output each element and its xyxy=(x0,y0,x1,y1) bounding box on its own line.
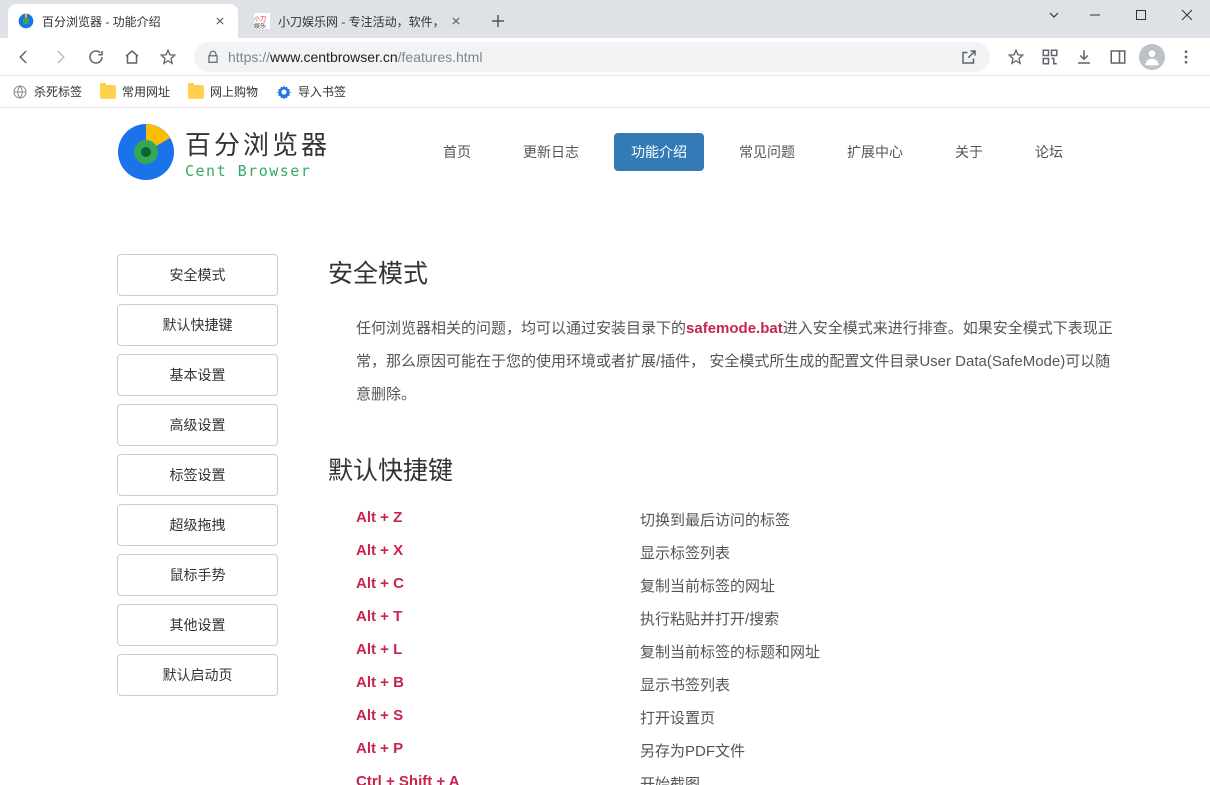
folder-icon xyxy=(188,85,204,99)
svg-text:小刀: 小刀 xyxy=(254,15,266,23)
lock-icon xyxy=(206,50,220,64)
nav-changelog[interactable]: 更新日志 xyxy=(506,133,596,171)
sidebar-item-other[interactable]: 其他设置 xyxy=(117,604,278,646)
profile-avatar[interactable] xyxy=(1136,41,1168,73)
browser-tab-active[interactable]: 百分浏览器 - 功能介绍 xyxy=(8,4,238,38)
logo-en-text: Cent Browser xyxy=(185,162,330,180)
site-header: 百分浏览器 Cent Browser 首页 更新日志 功能介绍 常见问题 扩展中… xyxy=(0,108,1210,196)
nav-features[interactable]: 功能介绍 xyxy=(614,133,704,171)
close-window-button[interactable] xyxy=(1164,0,1210,30)
shortcut-row: Alt + P另存为PDF文件 xyxy=(356,740,1120,761)
section-safemode-title: 安全模式 xyxy=(328,254,1120,290)
window-controls xyxy=(1036,0,1210,30)
home-button[interactable] xyxy=(116,41,148,73)
logo-cn-text: 百分浏览器 xyxy=(185,125,330,162)
close-tab-icon[interactable] xyxy=(448,13,464,29)
section-safemode-text: 任何浏览器相关的问题，均可以通过安装目录下的safemode.bat进入安全模式… xyxy=(356,312,1120,411)
bookmark-item-kill-tabs[interactable]: 杀死标签 xyxy=(12,83,82,100)
sidebar-item-mouse[interactable]: 鼠标手势 xyxy=(117,554,278,596)
back-button[interactable] xyxy=(8,41,40,73)
nav-home[interactable]: 首页 xyxy=(426,133,488,171)
nav-faq[interactable]: 常见问题 xyxy=(722,133,812,171)
nav-about[interactable]: 关于 xyxy=(938,133,1000,171)
address-bar[interactable]: https://www.centbrowser.cn/features.html xyxy=(194,42,990,72)
new-tab-button[interactable] xyxy=(484,7,512,35)
sidebar-item-drag[interactable]: 超级拖拽 xyxy=(117,504,278,546)
bookmark-item-import[interactable]: 导入书签 xyxy=(276,83,346,100)
bookmark-folder-shopping[interactable]: 网上购物 xyxy=(188,83,258,100)
svg-text:娱乐: 娱乐 xyxy=(254,22,266,29)
sidebar-item-shortcuts[interactable]: 默认快捷键 xyxy=(117,304,278,346)
feature-sidebar: 安全模式 默认快捷键 基本设置 高级设置 标签设置 超级拖拽 鼠标手势 其他设置… xyxy=(117,254,278,696)
shortcut-row: Alt + X显示标签列表 xyxy=(356,542,1120,563)
bookmarks-bar: 杀死标签 常用网址 网上购物 导入书签 xyxy=(0,76,1210,108)
page-content[interactable]: 百分浏览器 Cent Browser 首页 更新日志 功能介绍 常见问题 扩展中… xyxy=(0,108,1210,785)
tab-search-icon[interactable] xyxy=(1036,0,1072,30)
favicon-icon xyxy=(18,13,34,29)
download-icon[interactable] xyxy=(1068,41,1100,73)
sidebar-item-advanced[interactable]: 高级设置 xyxy=(117,404,278,446)
bookmark-star-icon[interactable] xyxy=(152,41,184,73)
menu-button[interactable] xyxy=(1170,41,1202,73)
section-shortcuts-title: 默认快捷键 xyxy=(328,451,1120,487)
shortcut-row: Alt + T执行粘贴并打开/搜索 xyxy=(356,608,1120,629)
minimize-button[interactable] xyxy=(1072,0,1118,30)
share-icon[interactable] xyxy=(960,48,978,66)
reload-button[interactable] xyxy=(80,41,112,73)
shortcuts-table: Alt + Z切换到最后访问的标签 Alt + X显示标签列表 Alt + C复… xyxy=(356,509,1120,785)
site-nav: 首页 更新日志 功能介绍 常见问题 扩展中心 关于 论坛 xyxy=(408,133,1080,171)
maximize-button[interactable] xyxy=(1118,0,1164,30)
shortcut-row: Alt + Z切换到最后访问的标签 xyxy=(356,509,1120,530)
url-text: https://www.centbrowser.cn/features.html xyxy=(228,49,960,65)
page-body: 安全模式 默认快捷键 基本设置 高级设置 标签设置 超级拖拽 鼠标手势 其他设置… xyxy=(0,196,1210,785)
browser-toolbar: https://www.centbrowser.cn/features.html xyxy=(0,38,1210,76)
folder-icon xyxy=(100,85,116,99)
main-content: 安全模式 任何浏览器相关的问题，均可以通过安装目录下的safemode.bat进… xyxy=(328,254,1210,785)
qr-icon[interactable] xyxy=(1034,41,1066,73)
shortcut-row: Alt + C复制当前标签的网址 xyxy=(356,575,1120,596)
close-tab-icon[interactable] xyxy=(212,13,228,29)
shortcut-row: Alt + B显示书签列表 xyxy=(356,674,1120,695)
nav-extensions[interactable]: 扩展中心 xyxy=(830,133,920,171)
site-logo[interactable]: 百分浏览器 Cent Browser xyxy=(117,123,330,181)
shortcut-row: Ctrl + Shift + A开始截图 xyxy=(356,773,1120,785)
safemode-bat-text: safemode.bat xyxy=(686,320,783,337)
tab-title: 小刀娱乐网 - 专注活动，软件， xyxy=(278,13,448,30)
sidebar-item-basic[interactable]: 基本设置 xyxy=(117,354,278,396)
sidebar-item-tabs[interactable]: 标签设置 xyxy=(117,454,278,496)
forward-button[interactable] xyxy=(44,41,76,73)
logo-icon xyxy=(117,123,175,181)
browser-titlebar: 百分浏览器 - 功能介绍 小刀娱乐 小刀娱乐网 - 专注活动，软件， xyxy=(0,0,1210,38)
globe-icon xyxy=(12,84,28,100)
shortcut-row: Alt + L复制当前标签的标题和网址 xyxy=(356,641,1120,662)
nav-forum[interactable]: 论坛 xyxy=(1018,133,1080,171)
sidepanel-icon[interactable] xyxy=(1102,41,1134,73)
tab-title: 百分浏览器 - 功能介绍 xyxy=(42,13,212,30)
bookmark-folder-common[interactable]: 常用网址 xyxy=(100,83,170,100)
sidebar-item-startup[interactable]: 默认启动页 xyxy=(117,654,278,696)
sidebar-item-safemode[interactable]: 安全模式 xyxy=(117,254,278,296)
star-outline-icon[interactable] xyxy=(1000,41,1032,73)
gear-icon xyxy=(276,84,292,100)
shortcut-row: Alt + S打开设置页 xyxy=(356,707,1120,728)
browser-tab-inactive[interactable]: 小刀娱乐 小刀娱乐网 - 专注活动，软件， xyxy=(244,4,474,38)
favicon-icon: 小刀娱乐 xyxy=(254,13,270,29)
